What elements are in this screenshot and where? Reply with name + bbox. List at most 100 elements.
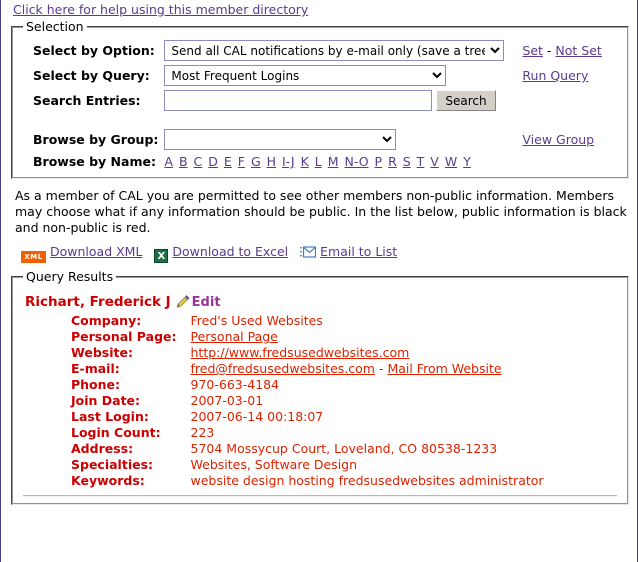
member-details-body: Company: Fred's Used Websites Personal Pag… — [71, 313, 544, 489]
detail-value-link[interactable]: http://www.fredsusedwebsites.com — [191, 345, 410, 360]
form-spacer-row — [19, 113, 602, 127]
alpha-link-m[interactable]: M — [328, 154, 339, 169]
alpha-link-r[interactable]: R — [388, 154, 397, 169]
detail-key: Address: — [71, 441, 134, 456]
detail-row: Join Date: 2007-03-01 — [71, 393, 544, 409]
detail-extra-link[interactable]: Mail From Website — [387, 361, 501, 376]
detail-separator: - — [374, 361, 388, 376]
selection-legend: Selection — [26, 19, 84, 34]
detail-value-link[interactable]: Personal Page — [191, 329, 278, 344]
alpha-link-h[interactable]: H — [267, 154, 276, 169]
search-entries-label: Search Entries: — [33, 93, 141, 108]
view-group-link[interactable]: View Group — [522, 132, 594, 147]
download-excel-label: Download to Excel — [172, 244, 289, 259]
help-link[interactable]: Click here for help using this member di… — [13, 2, 308, 17]
pencil-icon — [175, 295, 190, 308]
alphabet-links: A B C D E F G H I-J K L M N-O P R S T V … — [164, 152, 601, 171]
select-by-option-dropdown[interactable]: Send all CAL notifications by e-mail onl… — [164, 40, 505, 61]
browse-by-group-label: Browse by Group: — [33, 132, 159, 147]
email-to-list-link[interactable]: Email to List — [300, 244, 397, 259]
search-entries-row: Search Entries: Search — [19, 88, 602, 113]
member-name-row: Richart, Frederick J Edit — [25, 294, 621, 310]
search-entries-cell: Search — [164, 88, 512, 113]
edit-link[interactable]: Edit — [192, 295, 221, 310]
detail-value: 5704 Mossycup Court, Loveland, CO 80538-… — [190, 441, 498, 456]
detail-value-link[interactable]: fred@fredsusedwebsites.com — [191, 361, 375, 376]
download-excel-link[interactable]: X Download to Excel — [154, 244, 289, 263]
detail-key: E-mail: — [71, 361, 120, 376]
alpha-link-g[interactable]: G — [251, 154, 261, 169]
browse-by-group-dropdown[interactable] — [164, 129, 397, 150]
detail-row: Specialties: Websites, Software Design — [71, 457, 544, 473]
select-by-query-row: Select by Query: Most Frequent Logins Ru… — [19, 63, 602, 88]
run-query-link[interactable]: Run Query — [522, 68, 588, 83]
not-set-link[interactable]: Not Set — [555, 43, 601, 58]
alpha-link-n-o[interactable]: N-O — [345, 154, 369, 169]
select-by-option-cell: Send all CAL notifications by e-mail onl… — [164, 38, 512, 63]
browse-by-group-row: Browse by Group: View Group — [19, 127, 602, 152]
run-query-cell: Run Query — [512, 63, 601, 88]
download-xml-label: Download XML — [50, 244, 143, 259]
alpha-link-c[interactable]: C — [194, 154, 203, 169]
download-bar: XML Download XML X Download to Excel Email… — [21, 244, 629, 263]
set-link[interactable]: Set — [522, 43, 543, 58]
alpha-link-p[interactable]: P — [375, 154, 383, 169]
select-by-query-label: Select by Query: — [33, 68, 150, 83]
selection-form: Select by Option: Send all CAL notificat… — [19, 38, 602, 171]
detail-row: Personal Page: Personal Page — [71, 329, 544, 345]
detail-row: Keywords: website design hosting fredsuse… — [71, 473, 544, 489]
detail-value: Websites, Software Design — [190, 457, 358, 472]
download-xml-link[interactable]: XML Download XML — [21, 244, 143, 263]
email-to-list-label: Email to List — [320, 244, 398, 259]
alpha-link-s[interactable]: S — [403, 154, 411, 169]
detail-value: 2007-06-14 00:18:07 — [190, 409, 324, 424]
detail-value: 2007-03-01 — [190, 393, 264, 408]
email-icon — [300, 246, 317, 258]
select-by-option-row: Select by Option: Send all CAL notificat… — [19, 38, 602, 63]
alpha-link-b[interactable]: B — [179, 154, 188, 169]
alpha-link-i-j[interactable]: I-J — [282, 154, 295, 169]
search-button[interactable]: Search — [436, 90, 496, 111]
detail-value: 223 — [190, 425, 215, 440]
search-side-cell — [512, 88, 601, 113]
alpha-link-a[interactable]: A — [164, 154, 173, 169]
select-by-query-cell: Most Frequent Logins — [164, 63, 512, 88]
detail-row: E-mail: fred@fredsusedwebsites.com - Mail… — [71, 361, 544, 377]
detail-key: Last Login: — [71, 409, 149, 424]
detail-row: Login Count: 223 — [71, 425, 544, 441]
browse-by-group-cell — [164, 127, 512, 152]
xml-icon: XML — [21, 251, 46, 263]
detail-key: Personal Page: — [71, 329, 177, 344]
alpha-link-v[interactable]: V — [430, 154, 439, 169]
view-group-cell: View Group — [512, 127, 601, 152]
detail-value: Personal Page — [191, 329, 544, 345]
alpha-link-e[interactable]: E — [224, 154, 232, 169]
detail-key: Phone: — [71, 377, 121, 392]
alpha-link-k[interactable]: K — [301, 154, 309, 169]
member-directory-page: Click here for help using this member di… — [0, 0, 638, 562]
alpha-link-t[interactable]: T — [417, 154, 425, 169]
results-footer-divider — [23, 495, 617, 497]
search-input[interactable] — [164, 90, 433, 111]
alpha-link-f[interactable]: F — [238, 154, 245, 169]
excel-icon: X — [154, 249, 169, 263]
select-by-query-dropdown[interactable]: Most Frequent Logins — [164, 65, 447, 86]
alpha-link-l[interactable]: L — [315, 154, 322, 169]
detail-value: Fred's Used Websites — [190, 313, 323, 328]
query-results-legend: Query Results — [26, 269, 114, 284]
detail-key: Specialties: — [71, 457, 154, 472]
query-results-fieldset: Query Results Richart, Frederick J Edit C… — [11, 269, 629, 505]
detail-key: Company: — [71, 313, 142, 328]
set-links-cell: Set - Not Set — [512, 38, 601, 63]
detail-row: Address: 5704 Mossycup Court, Loveland, C… — [71, 441, 544, 457]
detail-row: Last Login: 2007-06-14 00:18:07 — [71, 409, 544, 425]
browse-by-name-label: Browse by Name: — [33, 154, 156, 169]
detail-key: Join Date: — [71, 393, 141, 408]
alpha-link-y[interactable]: Y — [463, 154, 471, 169]
alpha-link-w[interactable]: W — [445, 154, 457, 169]
detail-key: Keywords: — [71, 473, 145, 488]
detail-value: fred@fredsusedwebsites.com - Mail From W… — [191, 361, 544, 377]
detail-value: website design hosting fredsusedwebsites… — [190, 473, 544, 488]
detail-row: Phone: 970-663-4184 — [71, 377, 544, 393]
alpha-link-d[interactable]: D — [208, 154, 218, 169]
